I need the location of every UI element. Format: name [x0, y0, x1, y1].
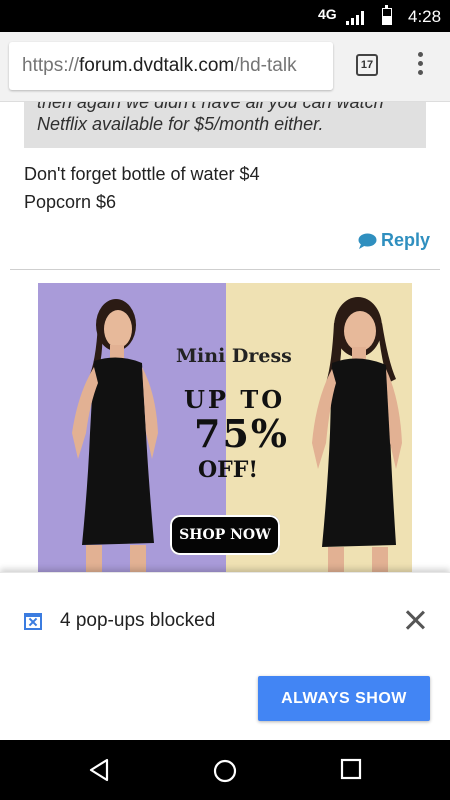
- model-image: [312, 297, 402, 572]
- status-bar: 4G 4:28: [0, 0, 450, 32]
- tab-switcher-button[interactable]: 17: [356, 54, 378, 76]
- always-show-button[interactable]: ALWAYS SHOW: [258, 676, 430, 721]
- ad-discount: 75%: [194, 411, 289, 456]
- quote-text: Netflix available for $5/month either.: [37, 114, 324, 134]
- quote-box: then again we didn't have all you can wa…: [24, 102, 426, 148]
- network-indicator: 4G: [318, 6, 337, 22]
- url-field[interactable]: https://forum.dvdtalk.com/hd-talk: [9, 42, 333, 90]
- popup-blocked-infobar: 4 pop-ups blocked ALWAYS SHOW: [0, 572, 450, 740]
- signal-icon: [346, 11, 364, 25]
- popup-blocked-message: 4 pop-ups blocked: [60, 610, 216, 631]
- ad-title: Mini Dress: [176, 345, 292, 367]
- ad-banner[interactable]: Mini Dress UP TO 75% OFF! SHOP NOW: [38, 283, 412, 572]
- popup-blocked-icon: [24, 613, 42, 630]
- recents-icon[interactable]: [340, 758, 362, 780]
- divider: [10, 269, 440, 270]
- clock: 4:28: [408, 7, 442, 26]
- overflow-menu-icon[interactable]: [410, 52, 430, 78]
- post-text: Don't forget bottle of water $4: [24, 164, 260, 184]
- close-icon[interactable]: [404, 609, 426, 631]
- ad-off: OFF!: [198, 457, 259, 483]
- quote-text: then again we didn't have all you can wa…: [37, 102, 384, 112]
- ad-upto: UP TO: [184, 385, 286, 414]
- model-image: [72, 299, 158, 572]
- reply-label: Reply: [381, 230, 431, 250]
- browser-toolbar: https://forum.dvdtalk.com/hd-talk 17: [0, 32, 450, 102]
- reply-button[interactable]: Reply: [358, 230, 430, 251]
- battery-icon: [382, 5, 392, 25]
- home-icon[interactable]: [212, 758, 238, 784]
- navigation-bar: [0, 740, 450, 800]
- speech-bubble-icon: [358, 233, 377, 249]
- url-text: https://forum.dvdtalk.com/hd-talk: [22, 55, 297, 76]
- back-icon[interactable]: [88, 758, 110, 782]
- shop-now-button[interactable]: SHOP NOW: [170, 515, 280, 555]
- post-text: Popcorn $6: [24, 192, 117, 212]
- page-content: then again we didn't have all you can wa…: [0, 102, 450, 572]
